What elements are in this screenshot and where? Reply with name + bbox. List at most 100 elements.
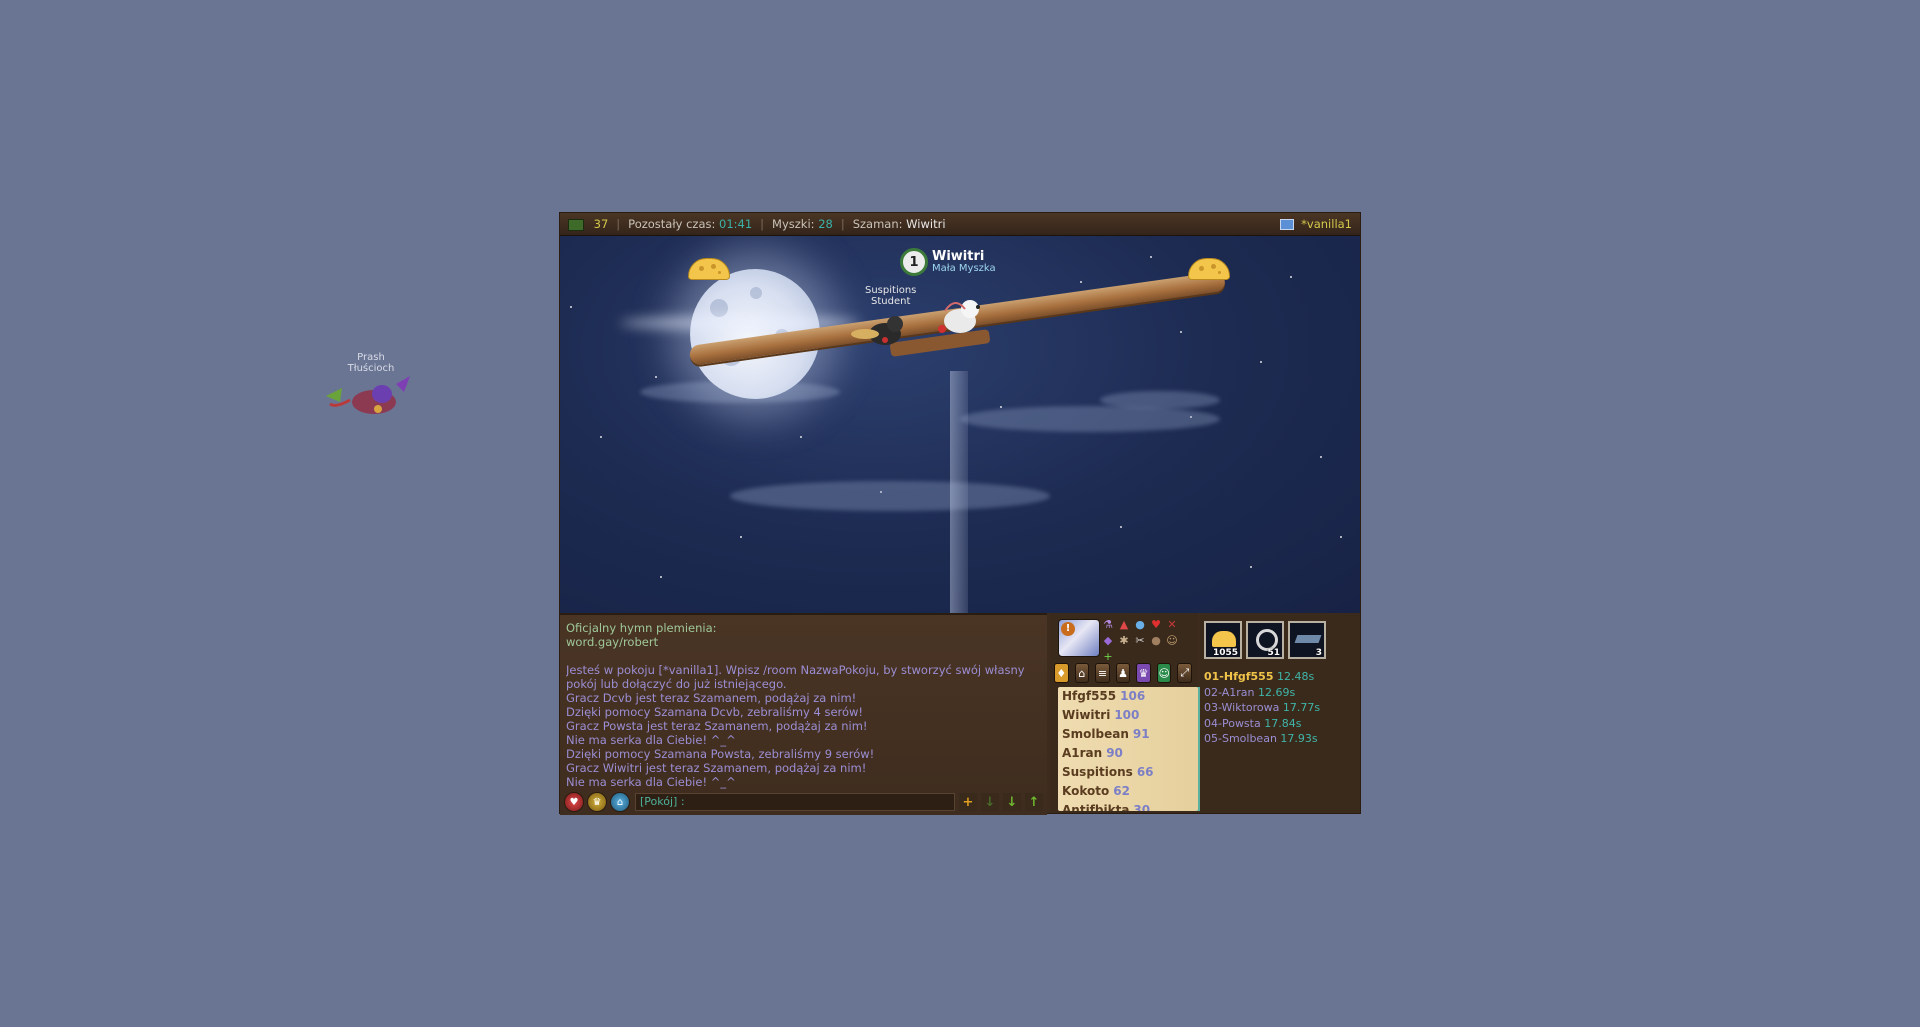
list-item[interactable]: Smolbean 91 (1058, 725, 1202, 744)
mice-count: Myszki: 28 (764, 217, 841, 231)
tool-icon[interactable]: ✂ (1133, 634, 1147, 648)
chat-log[interactable]: Oficjalny hymn plemienia: word.gay/rober… (566, 621, 1041, 789)
cheese-stat[interactable]: 1055 (1204, 621, 1242, 659)
chat-line: Gracz Wiwitri jest teraz Szamanem, podąż… (566, 761, 867, 775)
mouse-nametag: Suspitions Student (865, 285, 916, 307)
leaderboard-row: 04-Powsta 17.84s (1204, 716, 1302, 730)
outside-mouse-name: Prash (357, 352, 385, 363)
chat-line: Dzięki pomocy Szamana Powsta, zebraliśmy… (566, 747, 875, 761)
leaderboard-row: 01-Hfgf555 12.48s (1204, 670, 1315, 683)
mice-value: 28 (818, 217, 833, 231)
cheese-icon (1212, 631, 1236, 647)
level-icon (568, 218, 584, 231)
drop-icon[interactable]: ● (1133, 618, 1147, 632)
chat-line: Oficjalny hymn plemienia: (566, 621, 717, 635)
search-stat[interactable]: 51 (1246, 621, 1284, 659)
time-label: Pozostały czas: (628, 217, 716, 231)
chat-line: Nie ma serka dla Ciebie! ^_^ (566, 775, 736, 789)
home-icon[interactable]: ⌂ (1074, 663, 1090, 683)
list-item[interactable]: Antifbikta 30 (1058, 801, 1202, 811)
shaman-nametag: 1 Wiwitri Mała Myszka (900, 248, 996, 276)
list-icon[interactable]: ≡ (1095, 663, 1110, 683)
leaderboard-row: 05-Smolbean 17.93s (1204, 732, 1318, 745)
cloud (730, 481, 1050, 511)
game-window: 37 | Pozostały czas: 01:41 | Myszki: 28 … (560, 213, 1360, 815)
shaman-info: Szaman: Wiwitri (845, 217, 954, 231)
lamp-icon[interactable]: ♦ (1054, 663, 1069, 683)
room-name: *vanilla1 (1301, 217, 1352, 231)
leaderboard: 01-Hfgf555 12.48s 02-A1ran 12.69s 03-Wik… (1204, 669, 1354, 747)
chat-line: Gracz Powsta jest teraz Szamanem, podąża… (566, 719, 868, 733)
player-list[interactable]: Hfgf555 106 Wiwitri 100 Smolbean 91 A1ran 90… (1058, 687, 1202, 811)
shaman-name: Wiwitri (932, 248, 985, 264)
hat-icon[interactable]: ▲ (1117, 618, 1131, 632)
outside-mouse[interactable]: Prash Tłuścioch (326, 352, 416, 432)
list-item[interactable]: A1ran 90 (1058, 744, 1202, 763)
shaman-stat-icon (1294, 635, 1322, 643)
dragon-mouse-sprite (326, 376, 410, 414)
close-icon[interactable]: ✕ (1165, 618, 1179, 632)
player-panel: ! ⚗ ▲ ● ♥ ✕ ◆ ✱ ✂ ● ☺ + ♦ ⌂ ≡ ♟ ♛ ☺ ⤢ Hf… (1050, 613, 1202, 813)
arrow-up-icon[interactable]: ↑ (1025, 793, 1043, 811)
game-scene[interactable]: 1 Wiwitri Mała Myszka Suspitions Student (560, 236, 1360, 613)
waterfall-pillar (950, 371, 968, 613)
shaman-value[interactable]: Wiwitri (906, 217, 945, 231)
search-count: 51 (1267, 648, 1280, 658)
shaman-mouse-sprite[interactable] (930, 291, 1010, 341)
alert-icon[interactable]: ! (1061, 622, 1075, 636)
list-item[interactable]: Hfgf555 106 (1058, 687, 1202, 706)
outside-mouse-title: Tłuścioch (347, 363, 395, 374)
arrow-down-bold-icon[interactable]: ↓ (1003, 793, 1021, 811)
potion-icon[interactable]: ⚗ (1101, 618, 1115, 632)
chat-line: Nie ma serka dla Ciebie! ^_^ (566, 733, 736, 747)
cheese-icon (688, 258, 730, 280)
house-icon[interactable]: ⌂ (610, 792, 630, 812)
chat-input[interactable]: [Pokój] : (635, 793, 955, 811)
chat-input-row: ♥ ♛ ⌂ [Pokój] : + ↓ ↓ ↑ (564, 792, 1044, 812)
chat-line[interactable]: word.gay/robert (566, 635, 1041, 649)
mouse-name: Suspitions (865, 285, 917, 296)
heart-icon[interactable]: ♥ (1149, 618, 1163, 632)
third-count: 3 (1315, 648, 1322, 658)
shop-icon[interactable]: ♟ (1115, 663, 1131, 683)
mice-label: Myszki: (772, 217, 815, 231)
fullscreen-icon[interactable]: ⤢ (1177, 663, 1193, 683)
add-icon[interactable]: + (1101, 650, 1115, 664)
time-remaining: Pozostały czas: 01:41 (620, 217, 760, 231)
cloud (1100, 391, 1220, 409)
leaderboard-row: 02-A1ran 12.69s (1204, 685, 1296, 699)
arrow-down-icon[interactable]: ↓ (981, 793, 999, 811)
chat-line (566, 649, 1041, 663)
paw-icon[interactable]: ✱ (1117, 634, 1131, 648)
chat-line: Gracz Dcvb jest teraz Szamanem, podążaj … (566, 691, 857, 705)
nav-icons: ♦ ⌂ ≡ ♟ ♛ ☺ ⤢ (1054, 663, 1198, 683)
cloud (960, 406, 1220, 432)
shaman-label: Szaman: (852, 217, 903, 231)
third-stat[interactable]: 3 (1288, 621, 1326, 659)
list-item[interactable]: Kokoto 62 (1058, 782, 1202, 801)
level-indicator: 37 (560, 217, 616, 231)
cheese-icon (1188, 258, 1230, 280)
cheese-count: 1055 (1212, 648, 1238, 658)
quick-icons: ⚗ ▲ ● ♥ ✕ ◆ ✱ ✂ ● ☺ + (1100, 617, 1190, 663)
list-item[interactable]: Suspitions 66 (1058, 763, 1202, 782)
chat-panel: Oficjalny hymn plemienia: word.gay/rober… (560, 613, 1047, 815)
tribe-icon[interactable]: ♛ (587, 792, 607, 812)
ball-icon[interactable]: ● (1149, 634, 1163, 648)
face-icon[interactable]: ☺ (1165, 634, 1179, 648)
discord-icon[interactable]: ☺ (1156, 663, 1172, 683)
list-item[interactable]: Wiwitri 100 (1058, 706, 1202, 725)
leaderboard-row: 03-Wiktorowa 17.77s (1204, 701, 1321, 714)
trophy-icon[interactable]: ♛ (1136, 663, 1151, 683)
mouse-sprite[interactable] (845, 308, 925, 353)
shaman-rank-badge: 1 (900, 248, 928, 276)
mail-icon (1279, 219, 1294, 230)
plus-icon[interactable]: + (959, 793, 977, 811)
avatar[interactable]: ! (1058, 619, 1100, 657)
stats-panel: 1055 51 3 01-Hfgf555 12.48s 02-A1ran 12.… (1200, 613, 1360, 813)
gem-icon[interactable]: ◆ (1101, 634, 1115, 648)
room-indicator[interactable]: *vanilla1 (1272, 217, 1361, 231)
heart-icon[interactable]: ♥ (564, 792, 584, 812)
top-status-bar: 37 | Pozostały czas: 01:41 | Myszki: 28 … (560, 213, 1360, 236)
chat-line: Dzięki pomocy Szamana Dcvb, zebraliśmy 4… (566, 705, 864, 719)
